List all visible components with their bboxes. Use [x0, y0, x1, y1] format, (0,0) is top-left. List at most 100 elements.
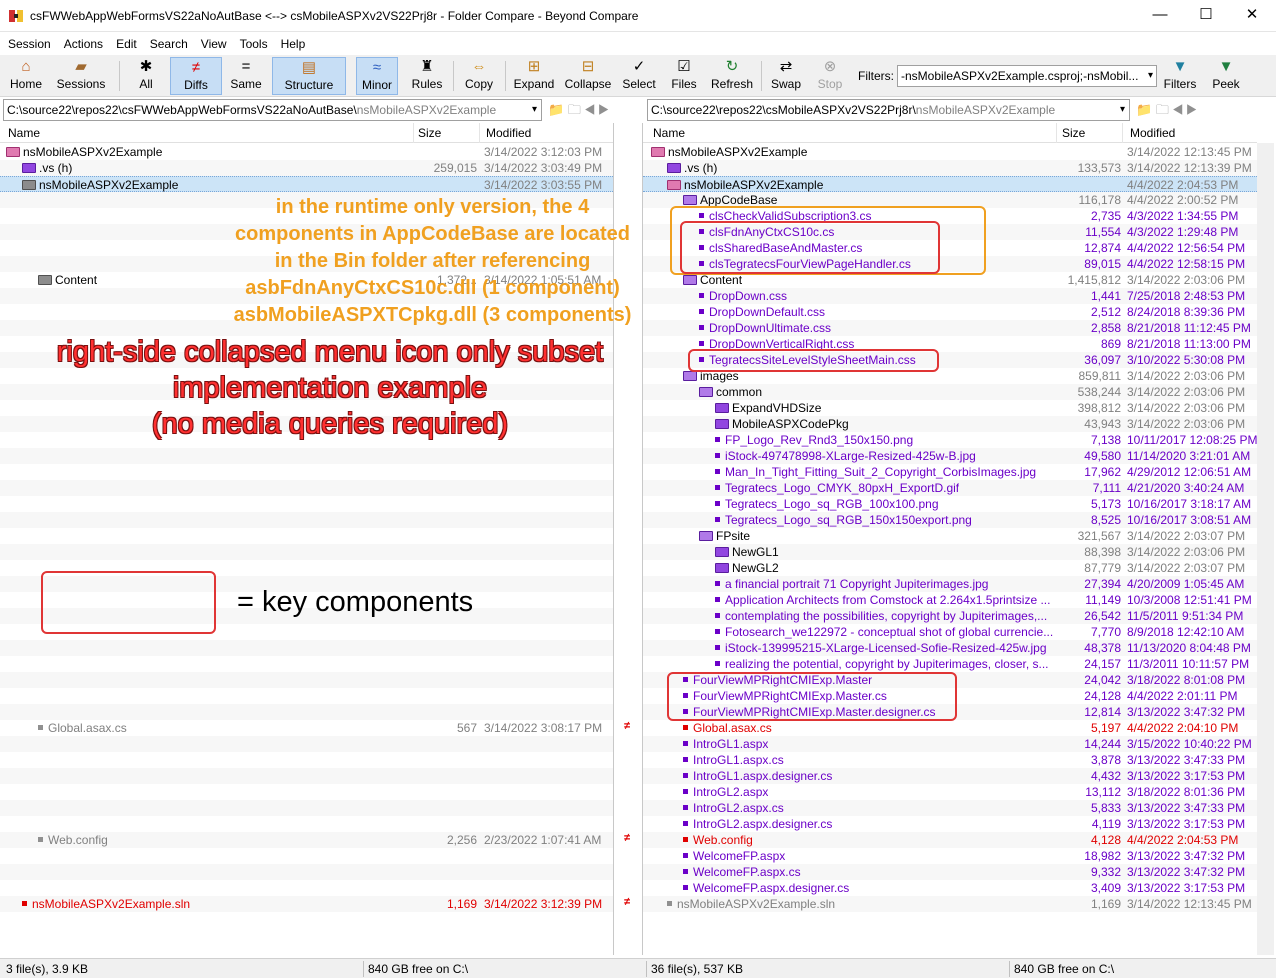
right-scrollbar[interactable]: [1257, 143, 1274, 955]
table-row[interactable]: DropDown.css 1,441 7/25/2018 2:48:53 PM: [643, 288, 1257, 304]
left-path-input[interactable]: C:\source22\repos22\csFWWebAppWebFormsVS…: [3, 99, 542, 121]
table-row[interactable]: nsMobileASPXv2Example.sln 1,169 3/14/2022 …: [0, 896, 613, 912]
table-row[interactable]: .vs (h) 259,015 3/14/2022 3:03:49 PM: [0, 160, 613, 176]
menu-search[interactable]: Search: [145, 33, 193, 55]
table-row[interactable]: contemplating the possibilities, copyrig…: [643, 608, 1257, 624]
table-row[interactable]: IntroGL1.aspx.cs 3,878 3/13/2022 3:47:33 P…: [643, 752, 1257, 768]
show-diffs-button[interactable]: ≠ Diffs: [170, 57, 222, 95]
table-row[interactable]: WelcomeFP.aspx.cs 9,332 3/13/2022 3:47:32 …: [643, 864, 1257, 880]
forward-icon[interactable]: ▶: [598, 102, 608, 117]
table-row[interactable]: nsMobileASPXv2Example 4/4/2022 2:04:53 PM: [643, 176, 1257, 192]
table-row[interactable]: [0, 880, 613, 896]
table-row[interactable]: [0, 448, 613, 464]
menu-help[interactable]: Help: [276, 33, 311, 55]
stop-button[interactable]: ⊗ Stop: [810, 57, 850, 95]
sessions-button[interactable]: ▰ Sessions: [50, 57, 112, 95]
table-row[interactable]: nsMobileASPXv2Example.sln 1,169 3/14/2022 …: [643, 896, 1257, 912]
rules-button[interactable]: ♜ Rules: [406, 57, 448, 95]
col-name[interactable]: Name: [8, 126, 40, 140]
table-row[interactable]: [0, 464, 613, 480]
col-size[interactable]: Size: [1062, 126, 1085, 140]
table-row[interactable]: [0, 864, 613, 880]
table-row[interactable]: [0, 640, 613, 656]
table-row[interactable]: nsMobileASPXv2Example 3/14/2022 3:03:55 P…: [0, 176, 613, 192]
table-row[interactable]: [0, 496, 613, 512]
structure-button[interactable]: ▤ Structure: [272, 57, 346, 95]
files-button[interactable]: ☑ Files: [664, 57, 704, 95]
table-row[interactable]: Man_In_Tight_Fitting_Suit_2_Copyright_Co…: [643, 464, 1257, 480]
table-row[interactable]: Tegratecs_Logo_sq_RGB_100x100.png 5,173 10…: [643, 496, 1257, 512]
show-all-button[interactable]: ✱ All: [126, 57, 166, 95]
table-row[interactable]: iStock-497478998-XLarge-Resized-425w-B.j…: [643, 448, 1257, 464]
table-row[interactable]: [0, 688, 613, 704]
table-row[interactable]: FP_Logo_Rev_Rnd3_150x150.png 7,138 10/11/2…: [643, 432, 1257, 448]
chevron-down-icon[interactable]: ▾: [532, 100, 537, 120]
table-row[interactable]: [0, 656, 613, 672]
col-modified[interactable]: Modified: [486, 126, 531, 140]
show-same-button[interactable]: = Same: [226, 57, 266, 95]
table-row[interactable]: WelcomeFP.aspx 18,982 3/13/2022 3:47:32 PM: [643, 848, 1257, 864]
table-row[interactable]: Web.config 2,256 2/23/2022 1:07:41 AM: [0, 832, 613, 848]
table-row[interactable]: IntroGL1.aspx 14,244 3/15/2022 10:40:22 PM: [643, 736, 1257, 752]
table-row[interactable]: IntroGL2.aspx.cs 5,833 3/13/2022 3:47:33 P…: [643, 800, 1257, 816]
table-row[interactable]: [0, 816, 613, 832]
menu-tools[interactable]: Tools: [235, 33, 273, 55]
back-icon[interactable]: ◀: [1172, 102, 1182, 117]
menu-actions[interactable]: Actions: [59, 33, 108, 55]
diff-marker-icon[interactable]: ≠: [624, 896, 630, 908]
table-row[interactable]: [0, 800, 613, 816]
copy-button[interactable]: ⇔ Copy: [458, 57, 500, 95]
table-row[interactable]: Global.asax.cs 567 3/14/2022 3:08:17 PM: [0, 720, 613, 736]
maximize-button[interactable]: ☐: [1183, 0, 1229, 32]
table-row[interactable]: realizing the potential, copyright by Ju…: [643, 656, 1257, 672]
table-row[interactable]: .vs (h) 133,573 3/14/2022 12:13:39 PM: [643, 160, 1257, 176]
menu-view[interactable]: View: [196, 33, 232, 55]
table-row[interactable]: DropDownUltimate.css 2,858 8/21/2018 11:12…: [643, 320, 1257, 336]
folder-up-icon[interactable]: 📁: [1136, 102, 1152, 117]
table-row[interactable]: common 538,244 3/14/2022 2:03:06 PM: [643, 384, 1257, 400]
table-row[interactable]: IntroGL2.aspx.designer.cs 4,119 3/13/2022 …: [643, 816, 1257, 832]
swap-button[interactable]: ⇄ Swap: [766, 57, 806, 95]
table-row[interactable]: [0, 704, 613, 720]
chevron-down-icon[interactable]: ▾: [1120, 100, 1125, 120]
table-row[interactable]: nsMobileASPXv2Example 3/14/2022 3:12:03 P…: [0, 144, 613, 160]
table-row[interactable]: [0, 480, 613, 496]
diff-marker-icon[interactable]: ≠: [624, 720, 630, 732]
select-button[interactable]: ✓ Select: [618, 57, 660, 95]
table-row[interactable]: a financial portrait 71 Copyright Jupite…: [643, 576, 1257, 592]
filters-button[interactable]: ▼ Filters: [1160, 57, 1200, 95]
table-row[interactable]: ExpandVHDSize 398,812 3/14/2022 2:03:06 PM: [643, 400, 1257, 416]
home-button[interactable]: ⌂ Home: [6, 57, 46, 95]
close-button[interactable]: ✕: [1229, 0, 1275, 32]
col-name[interactable]: Name: [653, 126, 685, 140]
table-row[interactable]: Tegratecs_Logo_sq_RGB_150x150export.png 8…: [643, 512, 1257, 528]
browse-folder-icon[interactable]: 🗀: [568, 102, 581, 117]
right-path-input[interactable]: C:\source22\repos22\csMobileASPXv2VS22Pr…: [647, 99, 1130, 121]
table-row[interactable]: WelcomeFP.aspx.designer.cs 3,409 3/13/2022…: [643, 880, 1257, 896]
table-row[interactable]: [0, 752, 613, 768]
minimize-button[interactable]: —: [1137, 0, 1183, 32]
table-row[interactable]: [0, 528, 613, 544]
table-row[interactable]: [0, 672, 613, 688]
diff-marker-icon[interactable]: ≠: [624, 832, 630, 844]
table-row[interactable]: MobileASPXCodePkg 43,943 3/14/2022 2:03:06…: [643, 416, 1257, 432]
table-row[interactable]: nsMobileASPXv2Example 3/14/2022 12:13:45 …: [643, 144, 1257, 160]
expand-button[interactable]: ⊞ Expand: [510, 57, 558, 95]
col-size[interactable]: Size: [418, 126, 441, 140]
minor-button[interactable]: ≈ Minor: [356, 57, 398, 95]
browse-folder-icon[interactable]: 🗀: [1156, 102, 1169, 117]
table-row[interactable]: [0, 768, 613, 784]
peek-button[interactable]: ▼ Peek: [1206, 57, 1246, 95]
forward-icon[interactable]: ▶: [1186, 102, 1196, 117]
table-row[interactable]: DropDownDefault.css 2,512 8/24/2018 8:39:3…: [643, 304, 1257, 320]
table-row[interactable]: [0, 512, 613, 528]
collapse-button[interactable]: ⊟ Collapse: [562, 57, 614, 95]
menu-session[interactable]: Session: [3, 33, 56, 55]
refresh-button[interactable]: ↻ Refresh: [708, 57, 756, 95]
filters-input[interactable]: -nsMobileASPXv2Example.csproj;-nsMobil..…: [897, 65, 1157, 87]
table-row[interactable]: iStock-139995215-XLarge-Licensed-Sofie-R…: [643, 640, 1257, 656]
table-row[interactable]: FPsite 321,567 3/14/2022 2:03:07 PM: [643, 528, 1257, 544]
table-row[interactable]: [0, 784, 613, 800]
menu-edit[interactable]: Edit: [111, 33, 142, 55]
table-row[interactable]: IntroGL2.aspx 13,112 3/18/2022 8:01:36 PM: [643, 784, 1257, 800]
